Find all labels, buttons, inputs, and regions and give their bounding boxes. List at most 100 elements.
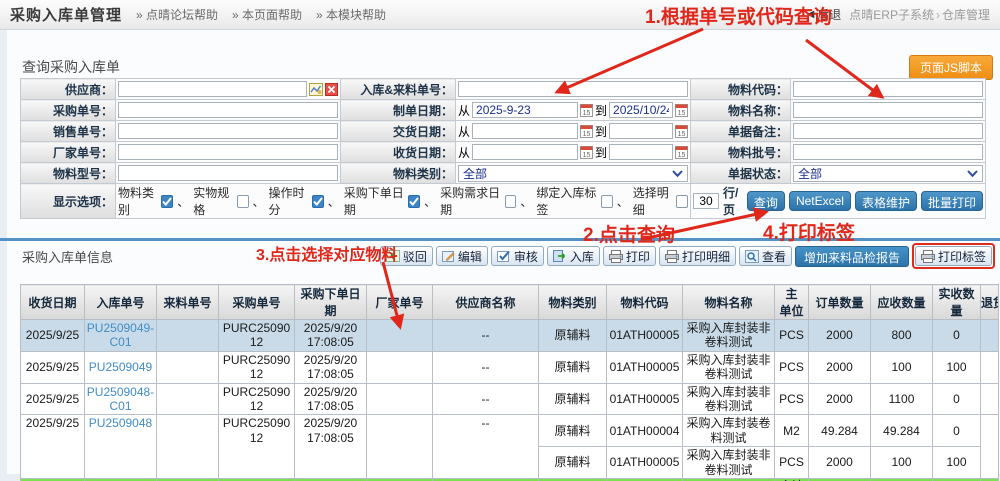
column-header: 物料类别 [539,285,607,320]
table-cell [157,351,219,383]
table-head: 收货日期入库单号来料单号采购单号采购下单日期厂家单号供应商名称物料类别物料代码物… [21,285,999,320]
print-button[interactable]: 打印 [603,246,656,266]
inbound-order-link[interactable]: PU2509048-C01 [87,385,154,413]
opt-purchase-demand-date-checkbox[interactable] [505,195,517,208]
material-code-input[interactable] [793,81,983,97]
opt-operate-time-checkbox[interactable] [312,195,324,208]
breadcrumb-item[interactable]: 点晴ERP子系统 [849,8,934,22]
material-name-input[interactable] [793,102,983,118]
breadcrumb-item[interactable]: 仓库管理 [942,8,990,22]
print-icon [609,250,623,263]
delivery-date-to-calendar-icon[interactable]: 15 [675,124,688,138]
opt-material-category: 物料类别 [118,184,173,218]
opt-select-detail-checkbox[interactable] [676,195,688,208]
help-link[interactable]: » 本模块帮助 [316,6,386,23]
audit-button-label: 审核 [514,248,538,265]
table-cell: PU2509048-C01 [85,383,157,415]
table-cell [157,383,219,415]
table-row[interactable]: 2025/9/25PU2509048PURC25090122025/9/20 1… [21,415,999,447]
opt-physical-spec-checkbox[interactable] [237,195,249,208]
purchase-no-input[interactable] [118,102,338,118]
material-model-cell [116,163,341,184]
breadcrumb: 点晴ERP子系统›仓库管理 [849,6,990,23]
table-cell: -- [433,383,539,415]
table-cell: 2000 [809,383,871,415]
add-inspection-report-button[interactable]: 增加来料品检报告 [795,246,909,267]
data-table: 收货日期入库单号来料单号采购单号采购下单日期厂家单号供应商名称物料类别物料代码物… [20,284,999,481]
supplier-input[interactable] [118,81,307,97]
material-category-field: 全部 [458,165,688,182]
table-cell: 2025/9/20 17:08:05 [295,415,367,479]
material-batch-input[interactable] [793,144,983,160]
inbound-no-input[interactable] [458,81,688,97]
receive-date-to-calendar-icon[interactable]: 15 [675,145,688,159]
table-maintain-button[interactable]: 表格维护 [855,191,917,211]
print-detail-button[interactable]: 打印明细 [659,246,736,266]
receive-date-to-input[interactable] [609,144,673,160]
table-body: 2025/9/25PU2509049-C01PURC25090122025/9/… [21,320,999,481]
opt-select-detail: 选择明细 [633,184,688,218]
delivery-date-label: 交货日期： [341,121,456,142]
table-cell: PU2509049 [85,351,157,383]
delivery-date-from-input[interactable] [472,123,578,139]
factory-no-input[interactable] [118,144,338,160]
material-category-select[interactable]: 全部 [458,165,688,182]
inbound-order-link[interactable]: PU2509048 [89,416,152,430]
help-link[interactable]: » 点晴论坛帮助 [136,6,218,23]
make-date-from-calendar-icon[interactable]: 15 [580,103,593,117]
opt-material-category-checkbox[interactable] [161,195,173,208]
view-button-label: 查看 [762,248,786,265]
delivery-date-to-input[interactable] [609,123,673,139]
table-row[interactable]: 2025/9/25PU2509049PURC25090122025/9/20 1… [21,351,999,383]
make-date-from-input[interactable] [472,102,578,118]
print-icon [665,250,679,263]
query-button[interactable]: 查询 [747,191,785,211]
supplier-clear-icon[interactable] [325,83,338,96]
table-cell: 采购入库封装非卷料测试 [683,320,775,352]
table-cell: 2025/9/20 17:08:05 [295,383,367,415]
header-right: ◀ 后退 点晴ERP子系统›仓库管理 [807,6,990,23]
display-options: 物料类别、实物规格、操作时分、采购下单日期、采购需求日期、绑定入库标签、选择明细 [118,184,688,218]
doc-remark-input[interactable] [793,123,983,139]
help-link[interactable]: » 本页面帮助 [232,6,302,23]
material-model-input[interactable] [118,165,338,181]
print-tag-button[interactable]: 打印标签 [915,246,992,266]
opt-bind-inbound-tag-checkbox[interactable] [601,195,613,208]
query-form-row: 采购单号：制单日期：从15到15物料名称： [21,100,986,121]
sales-no-input[interactable] [118,123,338,139]
receive-date-from-input[interactable] [472,144,578,160]
page-size-input[interactable] [693,193,719,209]
delivery-date-from-calendar-icon[interactable]: 15 [580,124,593,138]
material-category-label: 物料类别： [341,163,456,184]
supplier-lookup-icon[interactable] [309,83,323,96]
edit-button[interactable]: 编辑 [436,246,488,266]
receive-date-from-calendar-icon[interactable]: 15 [580,145,593,159]
doc-status-select[interactable]: 全部 [793,165,983,182]
opt-purchase-order-date-checkbox[interactable] [408,195,420,208]
inbound-order-link[interactable]: PU2509049-C01 [87,321,154,349]
make-date-to-calendar-icon[interactable]: 15 [675,103,688,117]
make-date-to-input[interactable] [609,102,673,118]
svg-text:15: 15 [678,131,686,138]
netexcel-button[interactable]: NetExcel [789,191,851,211]
table-row[interactable]: 2025/9/25PU2509049-C01PURC25090122025/9/… [21,320,999,352]
inbound-button[interactable]: 入库 [547,246,600,266]
material-name-field [793,102,983,118]
make-date-from-label: 从 [458,102,470,119]
page-js-script-button[interactable]: 页面JS脚本 [909,55,993,80]
table-cell: 采购入库封装非卷料测试 [683,383,775,415]
table-cell: PCS [775,351,809,383]
batch-print-button[interactable]: 批量打印 [921,191,983,211]
inbound-order-link[interactable]: PU2509049 [89,360,152,374]
column-header: 入库单号 [85,285,157,320]
annotation-note-4: 4.打印标签 [763,218,855,245]
audit-button[interactable]: 审核 [491,246,544,266]
view-button[interactable]: 查看 [739,246,792,266]
make-date-cell: 从15到15 [456,100,691,121]
table-cell: 原辅料 [539,320,607,352]
doc-remark-cell [791,121,986,142]
supplier-field [118,81,338,97]
column-header: 厂家单号 [367,285,433,320]
table-row[interactable]: 2025/9/25PU2509048-C01PURC25090122025/9/… [21,383,999,415]
table-cell: -- [433,415,539,479]
